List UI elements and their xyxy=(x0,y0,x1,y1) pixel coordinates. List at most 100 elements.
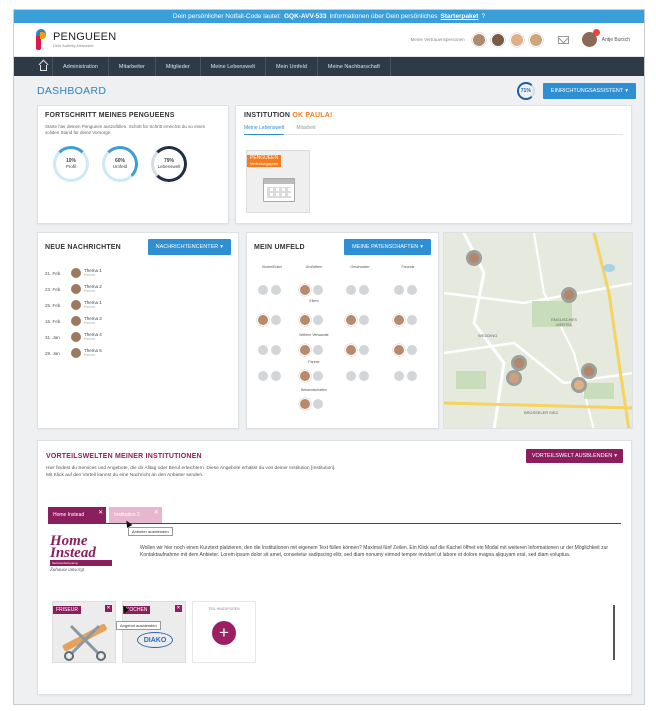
contact-slot[interactable] xyxy=(346,315,356,325)
contact-slot[interactable] xyxy=(258,345,268,355)
notice-text-2: Informationen über Dein persönliches xyxy=(329,13,438,20)
vorteilswelt-ausblenden-button[interactable]: VORTEILSWELT AUSBLENDEN ▾ xyxy=(525,449,623,463)
list-item[interactable]: 23. Feb Thema 2 Person xyxy=(45,281,231,297)
contact-slot[interactable] xyxy=(271,285,281,295)
contact-slot[interactable] xyxy=(300,399,310,409)
offer-tile-kochen[interactable]: KOCHEN ✕ DIAKO xyxy=(122,601,186,663)
mail-icon[interactable] xyxy=(557,35,569,44)
contact-slot[interactable] xyxy=(359,345,369,355)
progress-ring-umfeld[interactable]: 60% Umfeld xyxy=(102,146,138,183)
contact-slot[interactable] xyxy=(271,371,281,381)
contact-slot[interactable] xyxy=(258,315,268,325)
offer-tile-friseur[interactable]: FRISEUR ✕ xyxy=(52,601,116,663)
nav-umfeld[interactable]: Mein Umfeld xyxy=(266,57,318,76)
logo[interactable]: PENGUEEN Dein Aufteilg-Netzwerk xyxy=(36,28,116,51)
add-offer-tile[interactable]: TEIL HINZUFÜGEN + xyxy=(192,601,256,663)
list-item[interactable]: 29. Jan Thema 5 Person xyxy=(45,345,231,361)
map-label: BRÜSSELER KIEZ xyxy=(524,410,559,415)
tab-home-instead[interactable]: Home Instead ✕ xyxy=(48,507,107,523)
umfeld-card: MEIN UMFELD MEINE PATENSCHAFTEN ▾ Kinder/… xyxy=(246,232,439,429)
message-sender: Person xyxy=(84,288,96,293)
contact-slot[interactable] xyxy=(407,345,417,355)
plus-icon[interactable]: + xyxy=(212,621,236,645)
contact-slot[interactable] xyxy=(313,315,323,325)
tab-institution-2[interactable]: Institution 2 ✕ xyxy=(109,507,162,523)
vorteile-desc-2: Mit Klick auf den Vorteil kannst du eine… xyxy=(46,472,204,478)
user-avatar[interactable] xyxy=(581,29,600,47)
contact-slot[interactable] xyxy=(300,285,310,295)
nav-mitarbeiter[interactable]: Mitarbeiter xyxy=(109,57,156,76)
close-icon[interactable]: ✕ xyxy=(105,605,112,612)
dashboard-header: DASHBOARD 71% EINRICHTUNGSASSISTENT ▾ xyxy=(14,76,644,106)
institution-text: Wollen wir hier noch einen Kurztext plat… xyxy=(140,545,609,559)
vertretungsplan-tile[interactable]: PENGUEEN Vertretungsplan xyxy=(246,150,310,213)
list-item[interactable]: 21. Feb Thema 1 Person xyxy=(45,265,231,281)
user-name[interactable]: Antje Bursch xyxy=(602,37,630,43)
einrichtungsassistent-label: EINRICHTUNGSASSISTENT xyxy=(550,88,624,94)
scrollbar[interactable] xyxy=(613,605,615,660)
contact-slot[interactable] xyxy=(346,371,356,381)
close-icon[interactable]: ✕ xyxy=(154,509,159,516)
list-item[interactable]: 25. Feb Thema 1 Person xyxy=(45,297,231,313)
close-icon[interactable]: ✕ xyxy=(175,605,182,612)
message-title: Thema 2 xyxy=(84,283,102,289)
list-item[interactable]: 16. Feb Thema 3 Person xyxy=(45,313,231,329)
tab-lebenswelt[interactable]: Meine Lebenswelt xyxy=(244,125,285,135)
contact-slot[interactable] xyxy=(407,315,417,325)
message-text: Thema 1 Person xyxy=(84,268,102,278)
avatar[interactable] xyxy=(471,32,486,47)
contact-slot[interactable] xyxy=(359,285,369,295)
contact-slot[interactable] xyxy=(394,315,404,325)
contact-slot[interactable] xyxy=(271,345,281,355)
institution-title: INSTITUTION xyxy=(244,112,291,119)
nav-home[interactable] xyxy=(34,57,53,76)
avatar[interactable] xyxy=(509,32,524,47)
header-right: Meine Vertrauenspersonen Antje Bursch xyxy=(411,29,630,47)
nav-mitglieder[interactable]: Mitglieder xyxy=(156,57,201,76)
progress-ring-profil[interactable]: 10% Profil xyxy=(53,146,89,183)
notification-badge xyxy=(592,29,600,36)
notfall-code: GQK-AVV-533 xyxy=(283,13,327,20)
contact-slot[interactable] xyxy=(394,285,404,295)
contact-slot[interactable] xyxy=(407,285,417,295)
list-item[interactable]: 31. Jan Thema 4 Person xyxy=(45,329,231,345)
nav-lebenswelt[interactable]: Meine Lebenswelt xyxy=(201,57,267,76)
logo-subtitle: Dein Aufteilg-Netzwerk xyxy=(53,42,94,48)
ring-label: Lebenswelt xyxy=(157,164,181,170)
progress-card: FORTSCHRITT MEINES PENGUEENS Starte hier… xyxy=(37,105,229,224)
contact-slot[interactable] xyxy=(300,345,310,355)
contact-slot[interactable] xyxy=(359,371,369,381)
contact-slot[interactable] xyxy=(394,345,404,355)
close-icon[interactable]: ✕ xyxy=(98,509,103,516)
contact-slot[interactable] xyxy=(346,345,356,355)
starterpaket-link[interactable]: Starterpaket xyxy=(441,13,479,20)
contact-slot[interactable] xyxy=(313,345,323,355)
einrichtungsassistent-button[interactable]: EINRICHTUNGSASSISTENT ▾ xyxy=(542,83,636,99)
contact-slot[interactable] xyxy=(271,315,281,325)
contact-slot[interactable] xyxy=(313,399,323,409)
contact-slot[interactable] xyxy=(300,315,310,325)
contact-slot[interactable] xyxy=(313,285,323,295)
row-partner: Partner xyxy=(308,360,320,364)
progress-ring-lebenswelt[interactable]: 79% Lebenswelt xyxy=(151,146,187,183)
avatar[interactable] xyxy=(528,32,543,47)
nachrichtencenter-button[interactable]: NACHRICHTENCENTER ▾ xyxy=(147,239,231,255)
contact-slot[interactable] xyxy=(258,285,268,295)
tab-mitarbeit[interactable]: Mitarbeit xyxy=(296,125,315,131)
avatar xyxy=(71,268,81,278)
contact-slot[interactable] xyxy=(359,315,369,325)
contact-slot[interactable] xyxy=(407,371,417,381)
caret-down-icon: ▾ xyxy=(625,88,628,94)
logo-wordmark: Home Instead xyxy=(50,533,96,561)
nav-administration[interactable]: Administration xyxy=(53,57,109,76)
patenschaften-button[interactable]: MEINE PATENSCHAFTEN ▾ xyxy=(344,239,431,255)
contact-slot[interactable] xyxy=(313,371,323,381)
map[interactable]: ENGLISCHES VIERTEL WEDDING BRÜSSELER KIE… xyxy=(443,232,633,429)
nav-nachbarschaft[interactable]: Meine Nachbarschaft xyxy=(318,57,391,76)
contact-slot[interactable] xyxy=(258,371,268,381)
avatar[interactable] xyxy=(490,32,505,47)
add-offer-label: TEIL HINZUFÜGEN xyxy=(208,607,240,611)
contact-slot[interactable] xyxy=(346,285,356,295)
contact-slot[interactable] xyxy=(394,371,404,381)
contact-slot[interactable] xyxy=(300,371,310,381)
